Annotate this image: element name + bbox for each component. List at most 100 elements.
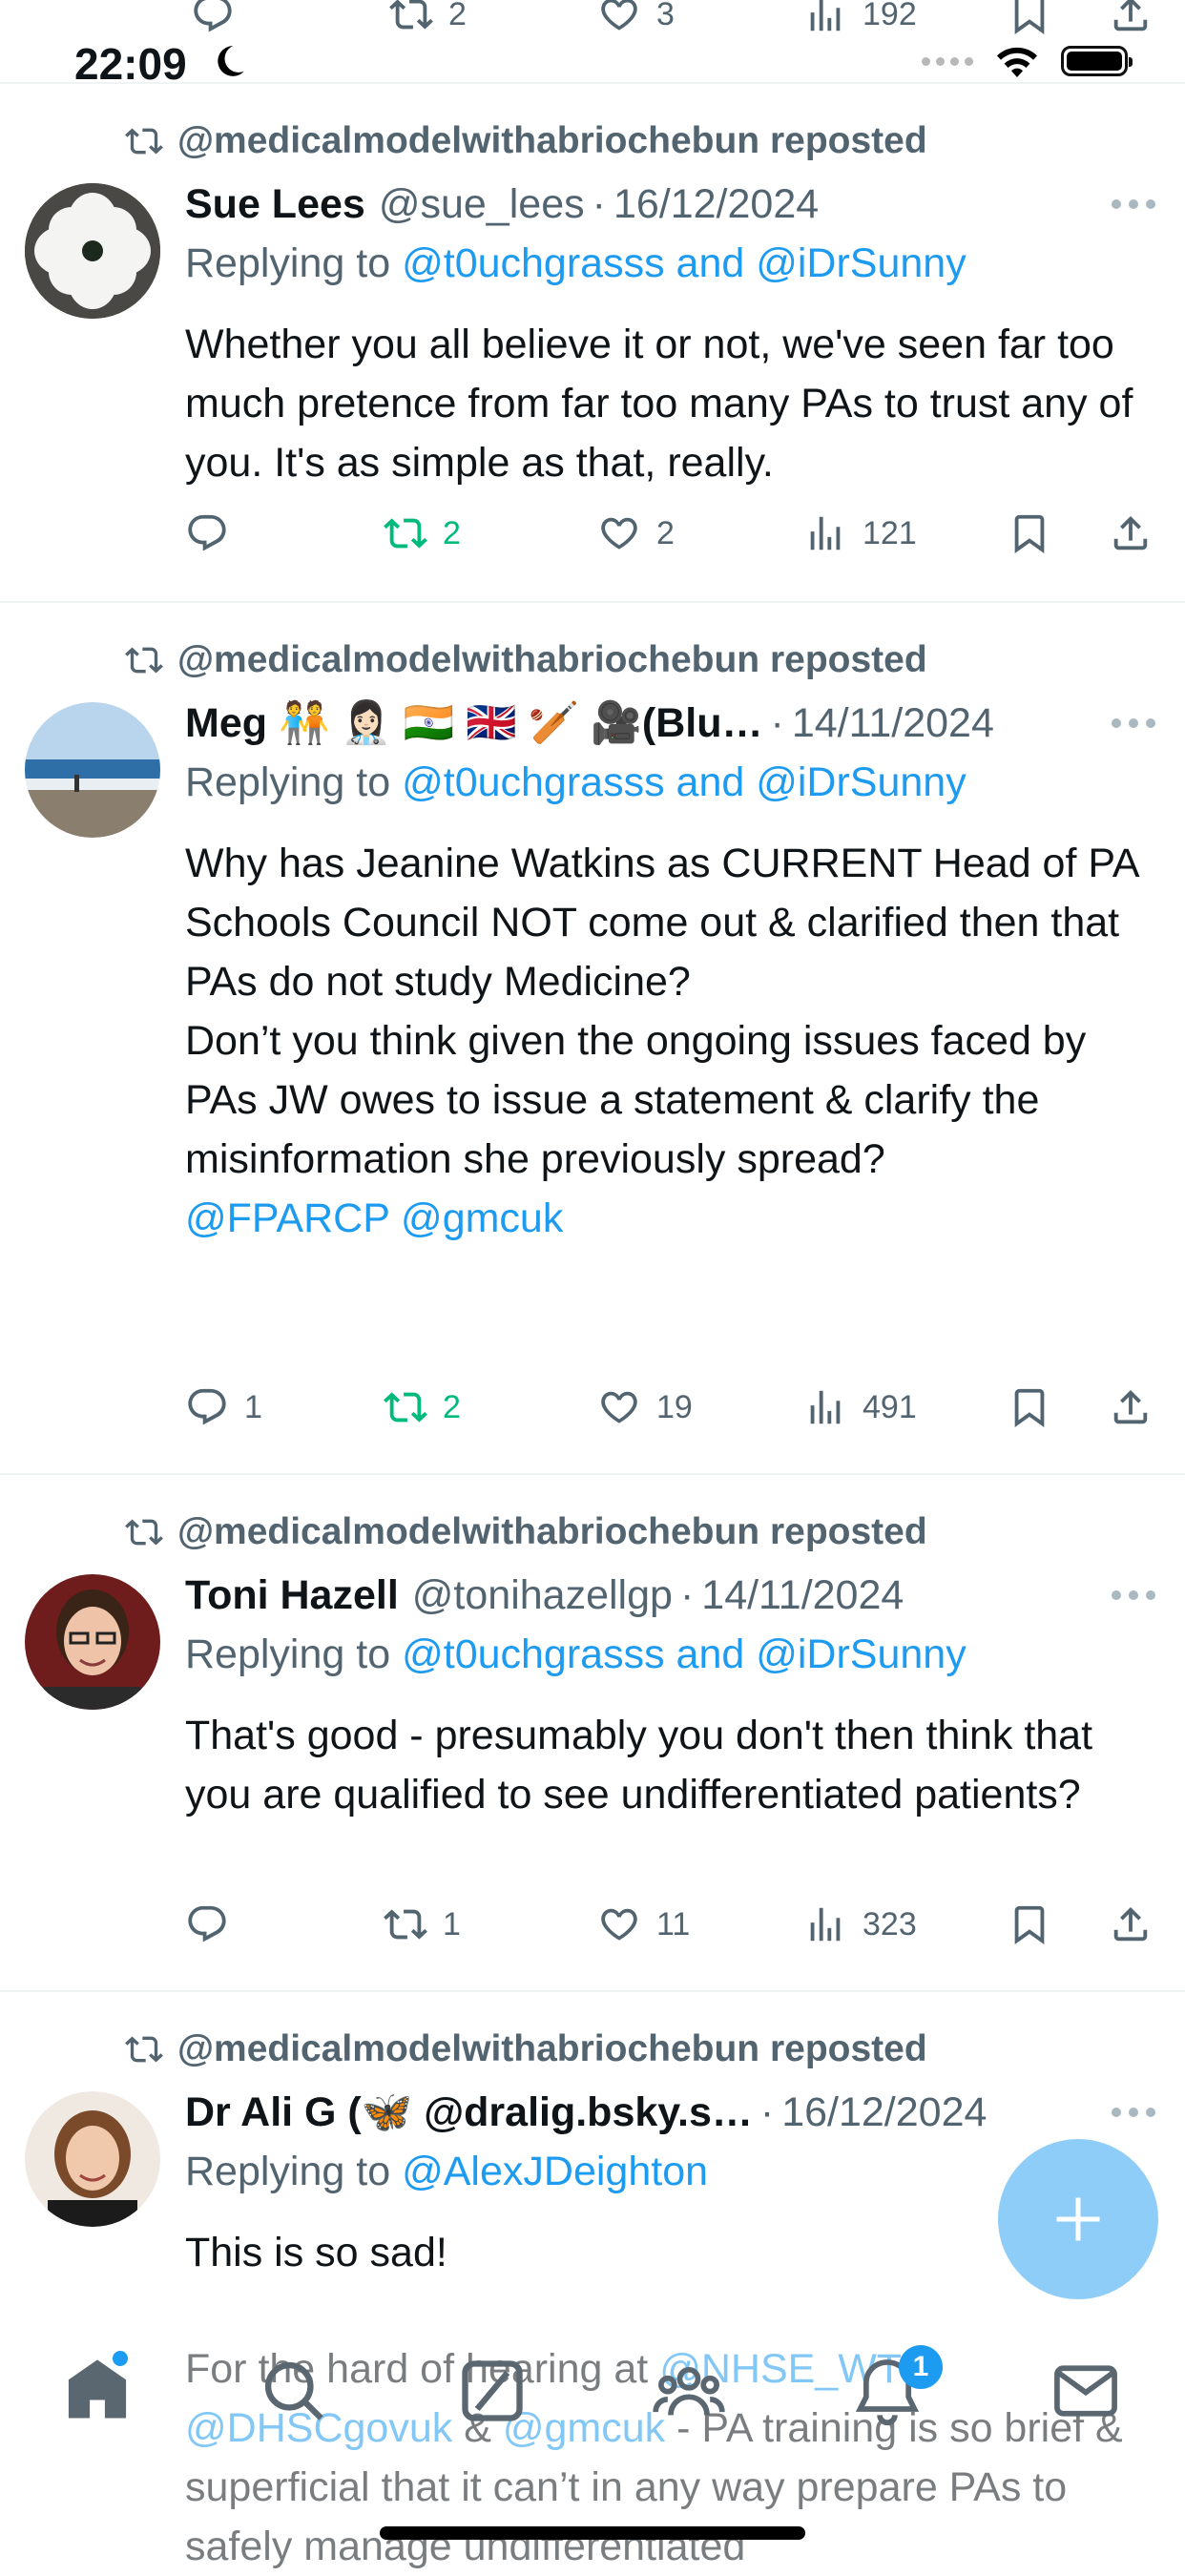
signal-dots-icon xyxy=(922,56,973,66)
retweet-button[interactable]: 1 xyxy=(384,1902,461,1946)
search-icon xyxy=(264,2361,323,2420)
views-icon xyxy=(803,511,847,555)
share-button[interactable] xyxy=(1109,511,1153,555)
person-photo-image xyxy=(25,2091,160,2227)
share-button[interactable] xyxy=(1109,0,1153,36)
views-button[interactable]: 192 xyxy=(803,0,917,36)
post-date[interactable]: 14/11/2024 xyxy=(701,1572,904,1619)
retweet-icon xyxy=(122,122,166,160)
status-bar: 22:09 xyxy=(0,38,1185,89)
tab-search[interactable] xyxy=(258,2355,330,2427)
display-name[interactable]: Sue Lees xyxy=(185,181,365,228)
views-count: 192 xyxy=(863,0,917,32)
avatar[interactable] xyxy=(25,183,160,319)
more-icon[interactable] xyxy=(1111,1589,1156,1601)
reply-button[interactable] xyxy=(185,511,229,555)
reply-icon xyxy=(185,1902,229,1946)
post-date[interactable]: 16/12/2024 xyxy=(781,2089,987,2136)
like-icon xyxy=(597,511,641,555)
views-button[interactable]: 121 xyxy=(803,511,917,555)
tab-grok[interactable] xyxy=(456,2355,529,2427)
reply-icon xyxy=(191,0,235,36)
bookmark-icon xyxy=(1008,1385,1051,1429)
replying-to-links[interactable]: @t0uchgrasss and @iDrSunny xyxy=(402,1631,967,1677)
reply-button[interactable] xyxy=(185,1902,229,1946)
share-icon xyxy=(1109,1902,1153,1946)
retweet-button[interactable]: 2 xyxy=(389,0,467,36)
avatar[interactable] xyxy=(25,1574,160,1710)
display-name[interactable]: Dr Ali G (🦋 @dralig.bsky.s… xyxy=(185,2088,753,2136)
grok-icon xyxy=(462,2360,523,2421)
like-count: 19 xyxy=(656,1388,693,1425)
retweet-icon xyxy=(389,0,433,36)
replying-to-links[interactable]: @t0uchgrasss and @iDrSunny xyxy=(402,240,967,286)
home-indicator xyxy=(380,2526,805,2540)
retweet-icon xyxy=(384,1902,427,1946)
like-icon xyxy=(597,1385,641,1429)
bookmark-button[interactable] xyxy=(1008,1385,1051,1429)
replying-to: Replying to @t0uchgrasss and @iDrSunny xyxy=(185,759,967,805)
more-icon[interactable] xyxy=(1111,198,1156,210)
repost-indicator: @medicalmodelwithabriochebun reposted xyxy=(122,120,927,162)
views-count: 323 xyxy=(863,1905,917,1942)
like-button[interactable]: 3 xyxy=(597,0,675,36)
replying-to-links[interactable]: @AlexJDeighton xyxy=(402,2149,708,2194)
handle[interactable]: @sue_lees xyxy=(379,181,585,228)
like-count: 3 xyxy=(656,0,675,32)
reply-icon xyxy=(185,1385,229,1429)
white-poppy-image xyxy=(25,183,160,319)
views-button[interactable]: 323 xyxy=(803,1902,917,1946)
retweet-button[interactable]: 2 xyxy=(384,511,461,555)
mention-links[interactable]: @FPARCP @gmcuk xyxy=(185,1189,1147,1248)
post-text: Whether you all believe it or not, we've… xyxy=(185,322,1133,486)
divider xyxy=(0,82,1185,84)
replying-to-links[interactable]: @t0uchgrasss and @iDrSunny xyxy=(402,759,967,805)
retweet-icon xyxy=(384,1385,427,1429)
avatar[interactable] xyxy=(25,2091,160,2227)
compose-button[interactable] xyxy=(998,2139,1158,2299)
bookmark-button[interactable] xyxy=(1008,1902,1051,1946)
retweet-count: 1 xyxy=(443,1905,461,1942)
post-header: Sue Lees @sue_lees · 16/12/2024 xyxy=(185,180,820,228)
wifi-icon xyxy=(997,47,1037,77)
views-icon xyxy=(803,1902,847,1946)
repost-label: @medicalmodelwithabriochebun reposted xyxy=(177,1511,927,1552)
messages-icon xyxy=(1054,2365,1117,2417)
tab-communities[interactable] xyxy=(653,2355,725,2427)
post-actions: 2 2 121 xyxy=(185,511,1158,559)
replying-to: Replying to @t0uchgrasss and @iDrSunny xyxy=(185,240,967,286)
share-icon xyxy=(1109,0,1153,36)
retweet-button[interactable]: 2 xyxy=(384,1385,461,1429)
more-icon[interactable] xyxy=(1111,717,1156,729)
tab-messages[interactable] xyxy=(1050,2355,1122,2427)
like-button[interactable]: 11 xyxy=(597,1902,690,1946)
display-name[interactable]: Meg 🧑‍🤝‍🧑 👩🏻‍⚕️ 🇮🇳 🇬🇧 🏏 🎥(Blu… xyxy=(185,699,763,747)
display-name[interactable]: Toni Hazell xyxy=(185,1572,399,1619)
divider xyxy=(0,1990,1185,1992)
person-photo-image xyxy=(25,1574,160,1710)
share-button[interactable] xyxy=(1109,1902,1153,1946)
bookmark-button[interactable] xyxy=(1008,0,1051,36)
reply-button[interactable] xyxy=(191,0,235,36)
repost-indicator: @medicalmodelwithabriochebun reposted xyxy=(122,2028,927,2070)
moon-icon xyxy=(218,46,244,76)
previous-post-actions: 2 3 192 xyxy=(0,0,1185,40)
post-text-paragraph: Why has Jeanine Watkins as CURRENT Head … xyxy=(185,841,1138,1005)
post-date[interactable]: 14/11/2024 xyxy=(792,700,994,747)
more-icon[interactable] xyxy=(1111,2107,1156,2118)
repost-label: @medicalmodelwithabriochebun reposted xyxy=(177,120,927,161)
like-button[interactable]: 19 xyxy=(597,1385,693,1429)
share-button[interactable] xyxy=(1109,1385,1153,1429)
avatar[interactable] xyxy=(25,702,160,838)
views-button[interactable]: 491 xyxy=(803,1385,917,1429)
handle[interactable]: @tonihazellgp xyxy=(412,1572,673,1619)
retweet-count: 2 xyxy=(443,1388,461,1425)
post-header: Dr Ali G (🦋 @dralig.bsky.s… · 16/12/2024 xyxy=(185,2088,988,2136)
repost-label: @medicalmodelwithabriochebun reposted xyxy=(177,639,927,680)
bookmark-button[interactable] xyxy=(1008,511,1051,555)
reply-button[interactable]: 1 xyxy=(185,1385,262,1429)
post-text: That's good - presumably you don't then … xyxy=(185,1713,1093,1818)
replying-to: Replying to @AlexJDeighton xyxy=(185,2149,709,2194)
post-date[interactable]: 16/12/2024 xyxy=(613,181,819,228)
like-button[interactable]: 2 xyxy=(597,511,675,555)
